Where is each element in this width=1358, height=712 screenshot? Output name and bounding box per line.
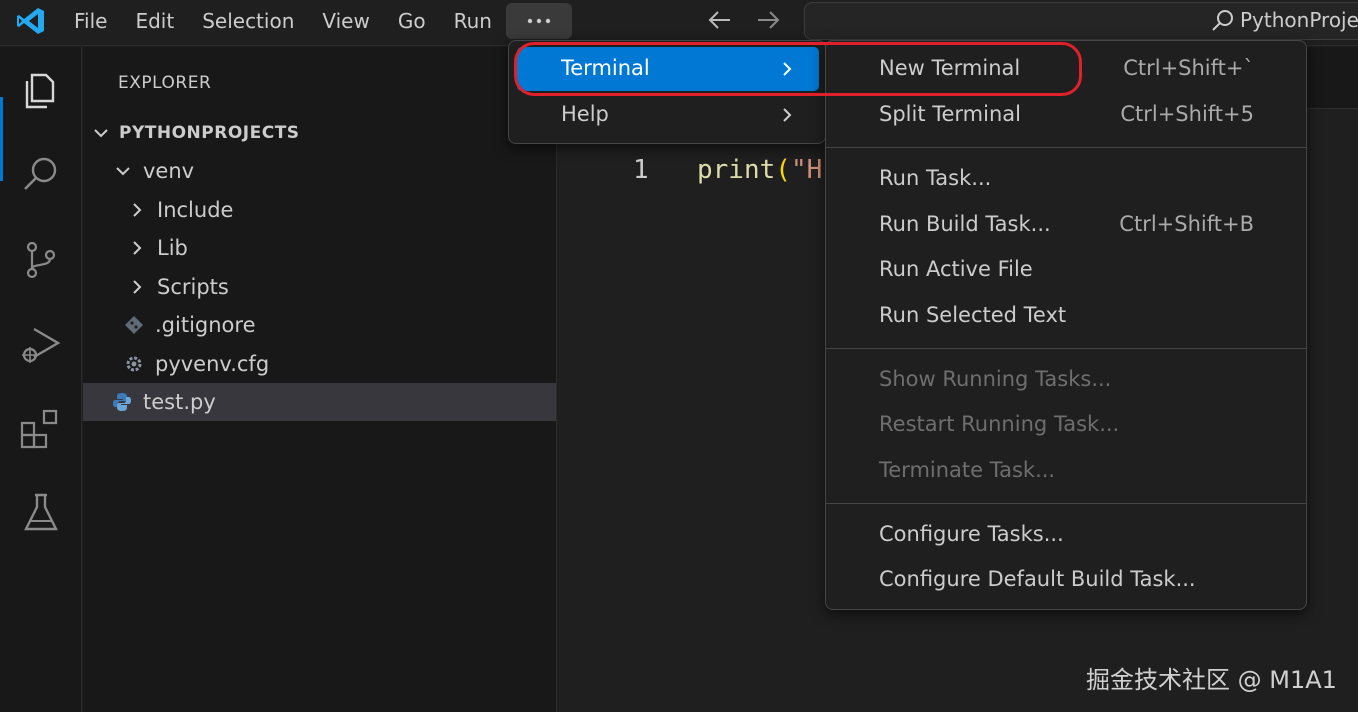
menu-separator [826,348,1306,349]
more-ellipsis-icon [527,18,551,24]
menu-item-label: Run Build Task... [879,212,1051,236]
explorer-sidebar: EXPLORER PYTHONPROJECTS venv Include Lib… [83,47,557,712]
menu-terminal[interactable]: Terminal [517,47,819,91]
menu-item-label: Configure Default Build Task... [879,567,1196,591]
menu-item-label: Terminate Task... [879,458,1056,482]
tree-item-include[interactable]: Include [83,191,556,229]
arrow-left-icon[interactable] [706,6,734,34]
chevron-down-icon [116,167,130,176]
tree-item-venv[interactable]: venv [83,152,556,190]
tree-item-gitignore[interactable]: .gitignore [83,306,556,344]
tree-item-label: Lib [157,236,188,260]
menu-item-label: Configure Tasks... [879,522,1064,546]
menu-item-label: Show Running Tasks... [879,367,1112,391]
menu-item-label: Split Terminal [879,102,1021,126]
git-file-icon [125,316,143,334]
menu-item-label: New Terminal [879,56,1021,80]
terminal-submenu: New Terminal Ctrl+Shift+` Split Terminal… [825,40,1307,610]
menu-bar: File Edit Selection View Go Run [60,0,572,42]
extensions-icon[interactable] [18,405,64,451]
explorer-files-icon[interactable] [18,67,64,113]
chevron-right-icon [783,108,792,122]
menu-new-terminal[interactable]: New Terminal Ctrl+Shift+` [826,48,1306,92]
menu-item-shortcut: Ctrl+Shift+B [1119,212,1254,236]
watermark-text: 掘金技术社区 @ M1A1 [1086,666,1337,694]
menu-more-button[interactable] [505,3,572,39]
python-file-icon [113,393,131,411]
activity-bar [0,47,82,712]
menu-run-build-task[interactable]: Run Build Task... Ctrl+Shift+B [826,204,1306,248]
line-number: 1 [633,155,649,185]
tree-item-label: .gitignore [155,313,256,337]
menu-file[interactable]: File [60,3,121,39]
source-control-icon[interactable] [18,237,64,283]
menu-show-running-tasks: Show Running Tasks... [826,359,1306,403]
menu-item-label: Run Active File [879,257,1033,281]
chevron-right-icon [783,62,792,76]
vscode-logo-icon [17,8,44,34]
menu-item-label: Run Task... [879,166,992,190]
menu-configure-tasks[interactable]: Configure Tasks... [826,514,1306,558]
menu-go[interactable]: Go [384,3,440,39]
arrow-right-icon[interactable] [754,6,782,34]
menu-item-label: Restart Running Task... [879,412,1120,436]
gear-icon [126,356,142,372]
chevron-right-icon [133,280,142,294]
tree-item-label: venv [143,159,195,183]
tree-item-label: Include [157,198,234,222]
search-icon[interactable] [18,151,64,197]
tree-item-label: pyvenv.cfg [155,352,270,376]
menu-item-label: Help [561,102,609,126]
chevron-down-icon [94,129,108,138]
code-function: print [697,155,776,185]
explorer-root-folder[interactable]: PYTHONPROJECTS [83,114,556,152]
code-string: "H [790,155,823,185]
activity-active-indicator [0,97,3,181]
tree-item-lib[interactable]: Lib [83,229,556,267]
menu-separator [826,147,1306,148]
chevron-right-icon [133,203,142,217]
menu-run-task[interactable]: Run Task... [826,158,1306,202]
tree-item-label: test.py [143,390,216,414]
overflow-menu: Terminal Help [508,40,826,144]
tree-item-pyvenv-cfg[interactable]: pyvenv.cfg [83,345,556,383]
menu-run[interactable]: Run [440,3,506,39]
menu-configure-default-build-task[interactable]: Configure Default Build Task... [826,559,1306,603]
menu-restart-running-task: Restart Running Task... [826,404,1306,448]
root-folder-label: PYTHONPROJECTS [119,123,300,143]
menu-item-label: Run Selected Text [879,303,1067,327]
explorer-title: EXPLORER [118,73,212,93]
menu-help[interactable]: Help [517,93,819,137]
menu-item-label: Terminal [561,56,650,80]
tree-item-label: Scripts [157,275,229,299]
menu-separator [826,503,1306,504]
menu-edit[interactable]: Edit [121,3,188,39]
tree-item-scripts[interactable]: Scripts [83,268,556,306]
menu-item-shortcut: Ctrl+Shift+` [1123,56,1254,80]
tree-item-test-py[interactable]: test.py [83,383,556,421]
chevron-right-icon [133,241,142,255]
command-center-label: PythonProjects [1240,8,1358,32]
menu-selection[interactable]: Selection [188,3,308,39]
menu-view[interactable]: View [308,3,383,39]
menu-run-selected-text[interactable]: Run Selected Text [826,295,1306,339]
menu-item-shortcut: Ctrl+Shift+5 [1120,102,1254,126]
code-line[interactable]: print("H [697,155,822,185]
run-debug-icon[interactable] [18,321,64,367]
search-icon [1212,10,1233,31]
menu-run-active-file[interactable]: Run Active File [826,249,1306,293]
menu-split-terminal[interactable]: Split Terminal Ctrl+Shift+5 [826,94,1306,138]
menu-terminate-task: Terminate Task... [826,450,1306,494]
testing-flask-icon[interactable] [18,489,64,535]
code-paren: ( [775,155,791,185]
